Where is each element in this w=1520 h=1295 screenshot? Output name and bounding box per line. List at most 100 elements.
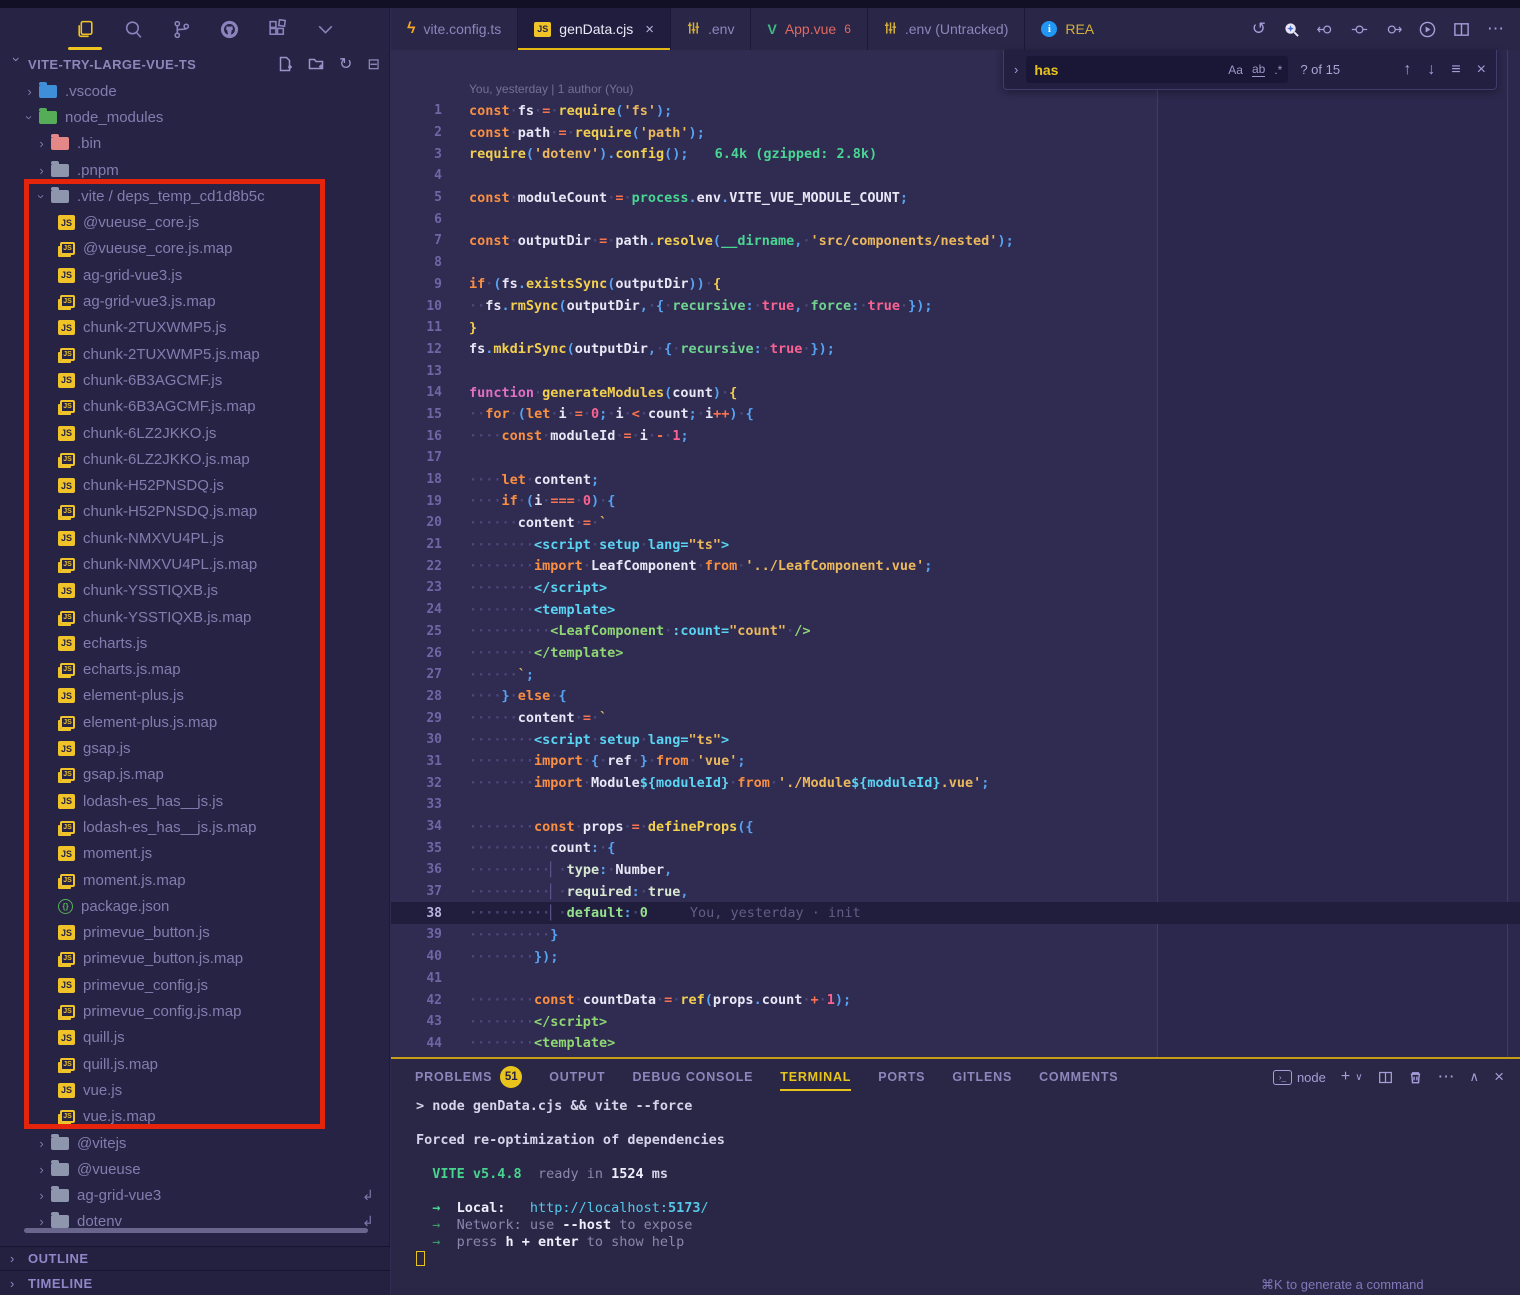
tree-row[interactable]: JSprimevue_button.js.map <box>0 946 390 972</box>
code-line[interactable]: 21········<script·setup·lang="ts"> <box>391 534 1520 556</box>
timeline-section[interactable]: › TIMELINE <box>0 1270 390 1295</box>
panel-tab-gitlens[interactable]: GITLENS <box>952 1059 1012 1095</box>
code-line[interactable]: 31········import·{·ref·}·from·'vue'; <box>391 751 1520 773</box>
code-line[interactable]: 2const·path·=·require('path'); <box>391 122 1520 144</box>
tree-row[interactable]: ›ag-grid-vue3↳ <box>0 1182 390 1208</box>
code-line[interactable]: 33 <box>391 794 1520 816</box>
code-line[interactable]: 20······content·=·` <box>391 512 1520 534</box>
codelens-blame[interactable]: You, yesterday | 1 author (You) <box>469 82 633 96</box>
tab-rea[interactable]: iREA <box>1025 8 1094 50</box>
collapse-all-icon[interactable]: ⊟ <box>367 55 380 73</box>
extensions-icon[interactable] <box>264 14 290 44</box>
code-line[interactable]: 7const·outputDir·=·path.resolve(__dirnam… <box>391 230 1520 252</box>
history-icon[interactable]: ↺ <box>1252 19 1266 39</box>
split-editor-icon[interactable] <box>1453 21 1470 38</box>
code-line[interactable]: 39··········} <box>391 924 1520 946</box>
tree-row[interactable]: JSchunk-6B3AGCMF.js <box>0 367 390 393</box>
panel-tab-ports[interactable]: PORTS <box>878 1059 925 1095</box>
next-change-icon[interactable] <box>1385 21 1402 38</box>
tab-close-icon[interactable]: × <box>645 21 654 38</box>
code-line[interactable]: 25··········<LeafComponent·:count="count… <box>391 621 1520 643</box>
terminal-selector[interactable]: ›_node <box>1273 1070 1326 1085</box>
code-line[interactable]: 19····if·(i·===·0)·{ <box>391 490 1520 512</box>
code-line[interactable]: 5const·moduleCount·=·process.env.VITE_VU… <box>391 187 1520 209</box>
tree-row[interactable]: JSchunk-NMXVU4PL.js.map <box>0 551 390 577</box>
ai-search-icon[interactable] <box>1283 21 1300 38</box>
tab-app-vue[interactable]: VApp.vue6 <box>751 8 867 50</box>
code-line[interactable]: 36··········▏·type:·Number, <box>391 859 1520 881</box>
tree-row[interactable]: JSchunk-6B3AGCMF.js.map <box>0 394 390 420</box>
tree-row[interactable]: JSgsap.js <box>0 735 390 761</box>
tree-row[interactable]: JSmoment.js <box>0 841 390 867</box>
tree-row[interactable]: ›.vscode <box>0 78 390 104</box>
code-editor[interactable]: You, yesterday | 1 author (You) 1const·f… <box>391 50 1520 1057</box>
code-line[interactable]: 28····}·else·{ <box>391 686 1520 708</box>
code-line[interactable]: 9if·(fs.existsSync(outputDir))·{ <box>391 274 1520 296</box>
tab--env-untracked-[interactable]: .env (Untracked) <box>868 8 1025 50</box>
code-line[interactable]: 41 <box>391 968 1520 990</box>
more-icon[interactable]: ⋯ <box>1487 19 1504 39</box>
kill-terminal-icon[interactable] <box>1408 1070 1423 1085</box>
tree-row[interactable]: JSchunk-YSSTIQXB.js <box>0 578 390 604</box>
code-line[interactable]: 14function·generateModules(count)·{ <box>391 382 1520 404</box>
code-line[interactable]: 11} <box>391 317 1520 339</box>
tree-row[interactable]: JSchunk-H52PNSDQ.js <box>0 472 390 498</box>
code-line[interactable]: 3require('dotenv').config();6.4k (gzippe… <box>391 143 1520 165</box>
tree-row[interactable]: JSprimevue_button.js <box>0 920 390 946</box>
panel-tab-output[interactable]: OUTPUT <box>549 1059 605 1095</box>
tree-row[interactable]: JSquill.js <box>0 1025 390 1051</box>
outline-section[interactable]: › OUTLINE <box>0 1246 390 1270</box>
terminal-output[interactable]: > node genData.cjs && vite --forceForced… <box>416 1097 725 1267</box>
new-terminal-icon[interactable]: +∨ <box>1341 1068 1363 1086</box>
find-next-button[interactable]: ↓ <box>1427 61 1435 79</box>
maximize-panel-icon[interactable]: ∧ <box>1470 1069 1480 1085</box>
tree-row[interactable]: JS@vueuse_core.js <box>0 209 390 235</box>
tree-row[interactable]: JSecharts.js <box>0 630 390 656</box>
code-line[interactable]: 17 <box>391 447 1520 469</box>
tree-row[interactable]: ›.pnpm <box>0 157 390 183</box>
code-line[interactable]: 24········<template> <box>391 599 1520 621</box>
tree-row[interactable]: JS@vueuse_core.js.map <box>0 236 390 262</box>
prev-change-icon[interactable] <box>1317 21 1334 38</box>
find-expand-chevron[interactable]: › <box>1014 62 1018 77</box>
split-panel-icon[interactable] <box>1378 1070 1393 1085</box>
code-line[interactable]: 38··········▏·default:·0You, yesterday ·… <box>391 902 1520 924</box>
code-line[interactable]: 27······`; <box>391 664 1520 686</box>
code-line[interactable]: 6 <box>391 208 1520 230</box>
code-line[interactable]: 35··········count:·{ <box>391 837 1520 859</box>
tree-row[interactable]: JSvue.js.map <box>0 1104 390 1130</box>
whole-word-toggle[interactable]: ab <box>1252 62 1265 77</box>
tree-row[interactable]: JSchunk-2TUXWMP5.js.map <box>0 341 390 367</box>
tree-row[interactable]: JSag-grid-vue3.js.map <box>0 288 390 314</box>
code-line[interactable]: 4 <box>391 165 1520 187</box>
tree-row[interactable]: JSchunk-YSSTIQXB.js.map <box>0 604 390 630</box>
tree-row[interactable]: JSlodash-es_has__js.js.map <box>0 814 390 840</box>
new-folder-icon[interactable] <box>308 56 324 72</box>
github-icon[interactable] <box>216 14 242 44</box>
code-line[interactable]: 29······content·=·` <box>391 707 1520 729</box>
code-line[interactable]: 12fs.mkdirSync(outputDir,·{·recursive:·t… <box>391 339 1520 361</box>
code-line[interactable]: 1const·fs·=·require('fs'); <box>391 100 1520 122</box>
code-line[interactable]: 37··········▏·required:·true, <box>391 881 1520 903</box>
tree-row[interactable]: JSvue.js <box>0 1077 390 1103</box>
tree-row[interactable]: ›@vueuse <box>0 1156 390 1182</box>
new-file-icon[interactable] <box>277 56 293 72</box>
panel-tab-problems[interactable]: PROBLEMS51 <box>415 1059 522 1095</box>
search-icon[interactable] <box>120 14 146 44</box>
tree-row[interactable]: {}package.json <box>0 893 390 919</box>
code-line[interactable]: 13 <box>391 360 1520 382</box>
code-line[interactable]: 40········}); <box>391 946 1520 968</box>
tab-gendata-cjs[interactable]: JSgenData.cjs× <box>518 8 671 50</box>
tree-row[interactable]: JSelement-plus.js.map <box>0 709 390 735</box>
changes-icon[interactable] <box>1351 21 1368 38</box>
tab-vite-config-ts[interactable]: ϟvite.config.ts <box>391 8 518 50</box>
tree-row[interactable]: JSprimevue_config.js.map <box>0 998 390 1024</box>
code-line[interactable]: 30········<script·setup·lang="ts"> <box>391 729 1520 751</box>
tree-row[interactable]: JSchunk-2TUXWMP5.js <box>0 315 390 341</box>
code-line[interactable]: 10··fs.rmSync(outputDir,·{·recursive:·tr… <box>391 295 1520 317</box>
close-panel-icon[interactable]: × <box>1494 1067 1504 1087</box>
tree-row[interactable]: JSlodash-es_has__js.js <box>0 788 390 814</box>
panel-tab-terminal[interactable]: TERMINAL <box>780 1059 851 1095</box>
tree-row[interactable]: ›.bin <box>0 131 390 157</box>
code-line[interactable]: 18····let·content; <box>391 469 1520 491</box>
